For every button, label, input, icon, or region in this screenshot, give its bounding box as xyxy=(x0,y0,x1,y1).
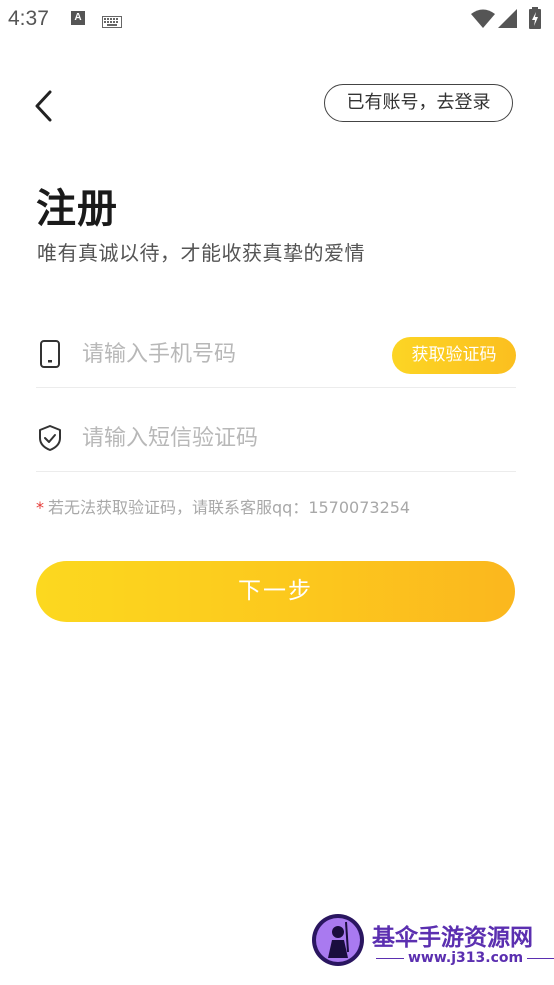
sms-code-field-row xyxy=(36,398,516,472)
signal-icon xyxy=(498,9,518,33)
watermark: 基伞手游资源网 www.j313.com xyxy=(310,912,550,972)
support-hint-text: 若无法获取验证码，请联系客服qq：1570073254 xyxy=(48,498,411,517)
battery-charging-icon xyxy=(529,7,541,33)
watermark-logo-icon xyxy=(310,912,366,968)
get-verification-code-button[interactable]: 获取验证码 xyxy=(392,337,516,374)
watermark-url: www.j313.com xyxy=(372,950,550,966)
page-title: 注册 xyxy=(36,186,118,232)
page-subtitle: 唯有真诚以待，才能收获真挚的爱情 xyxy=(37,241,365,265)
next-step-button[interactable]: 下一步 xyxy=(36,561,515,622)
register-screen: 4:37 A 已有账号，去登录 注册 唯有真诚以待，才能收获真挚的爱情 请输入手… xyxy=(0,0,554,985)
a-notification-icon: A xyxy=(71,11,85,25)
support-hint: * 若无法获取验证码，请联系客服qq：1570073254 xyxy=(36,494,410,518)
phone-icon xyxy=(38,340,62,368)
login-link-button[interactable]: 已有账号，去登录 xyxy=(324,84,513,122)
phone-field-row: 获取验证码 xyxy=(36,314,516,388)
required-star: * xyxy=(36,498,44,517)
watermark-title: 基伞手游资源网 xyxy=(372,925,533,951)
back-button[interactable] xyxy=(28,84,64,128)
keyboard-icon xyxy=(102,13,122,32)
phone-input[interactable] xyxy=(82,334,382,374)
chevron-left-icon xyxy=(35,90,52,122)
shield-check-icon xyxy=(38,424,62,452)
wifi-icon xyxy=(471,9,495,33)
status-time: 4:37 xyxy=(8,7,49,30)
sms-code-input[interactable] xyxy=(82,418,382,458)
status-bar: 4:37 A xyxy=(0,0,554,40)
